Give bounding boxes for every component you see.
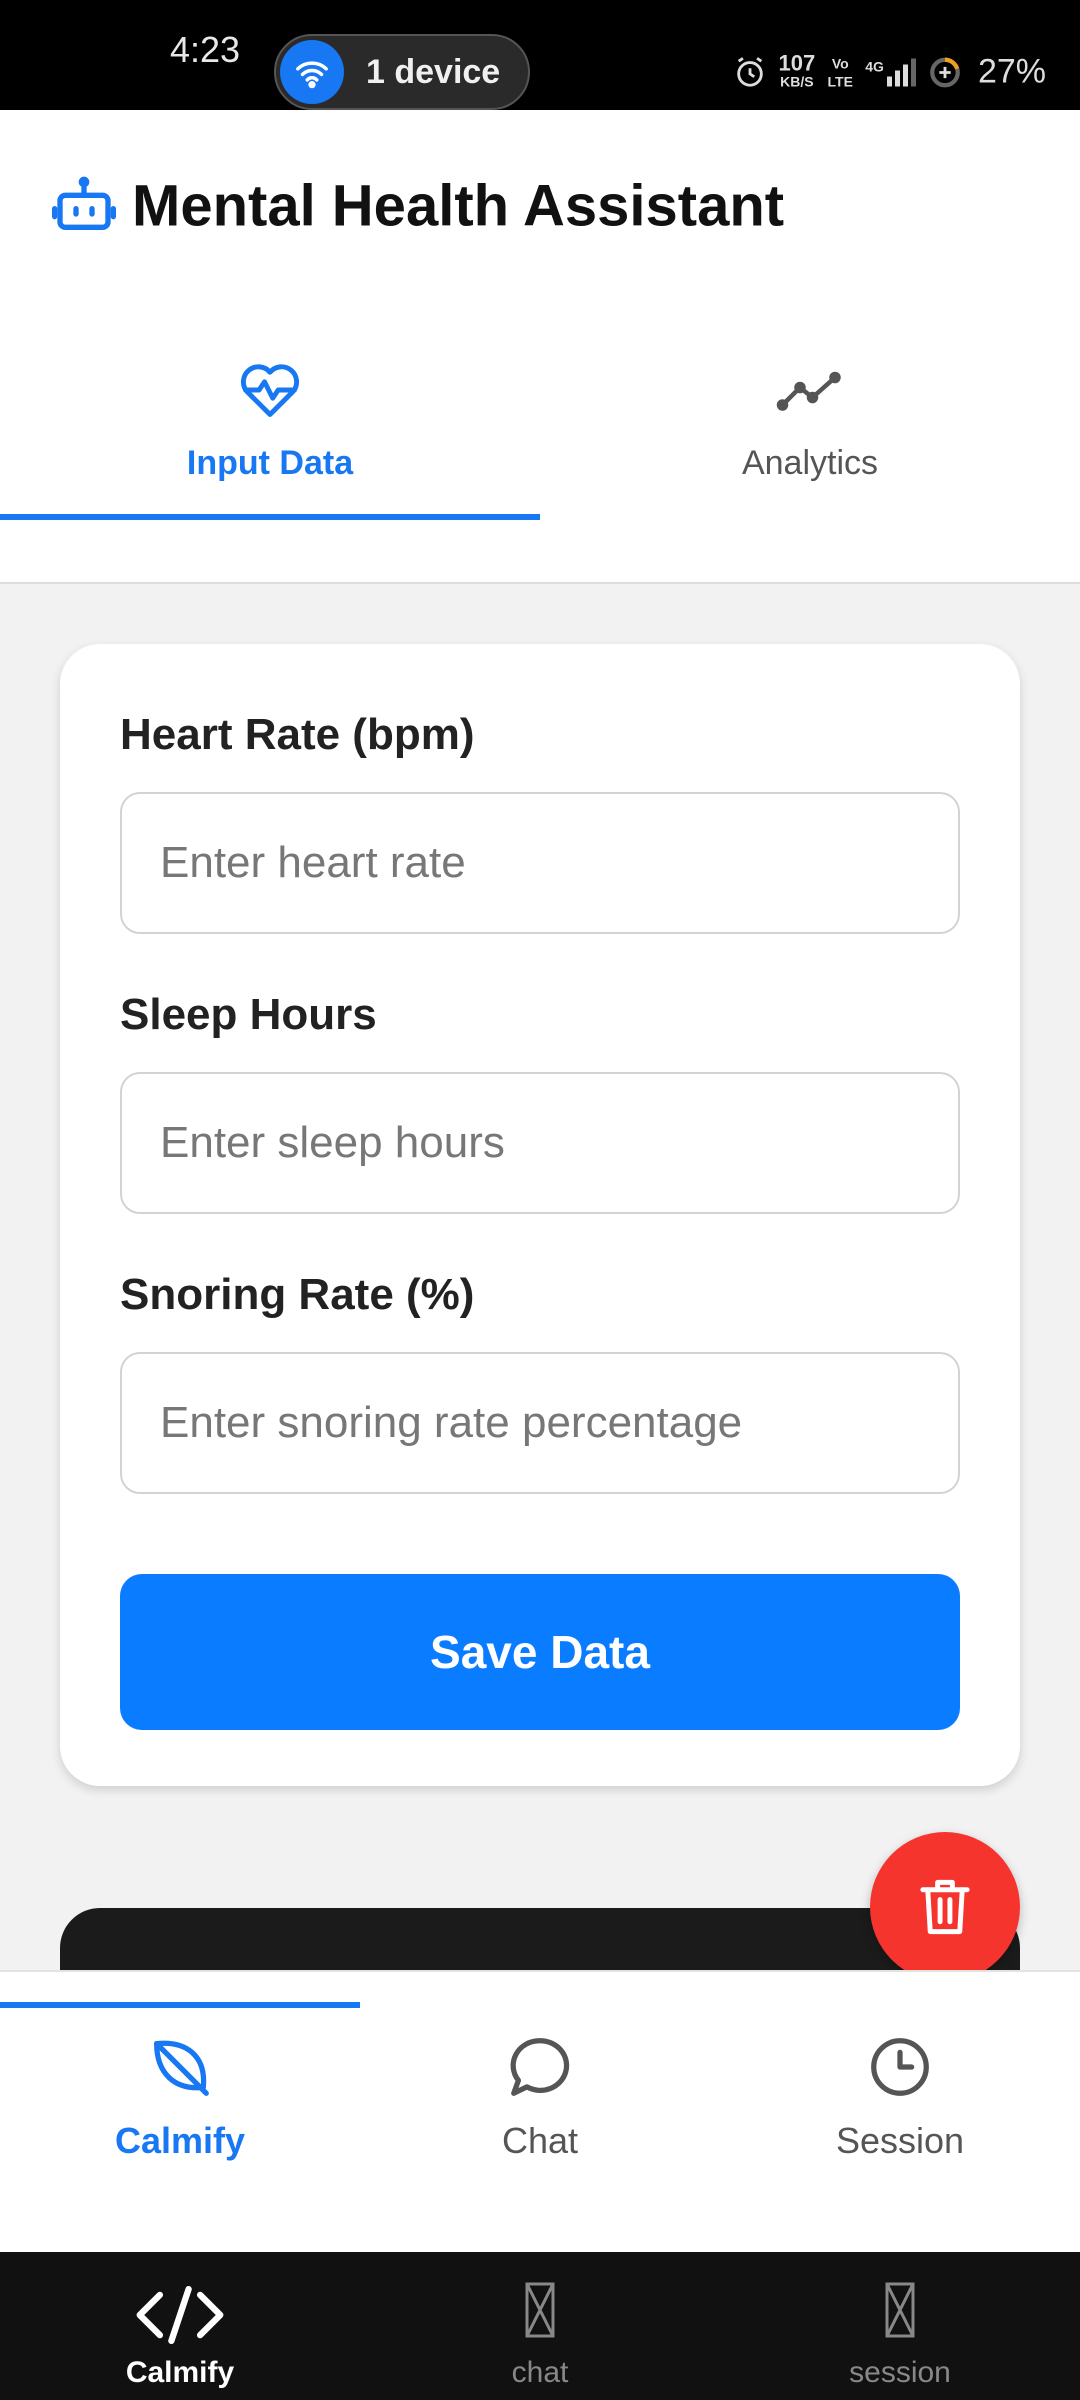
input-form-card: Heart Rate (bpm) Sleep Hours Snoring Rat…: [60, 644, 1020, 1786]
nav-item-chat[interactable]: Chat: [360, 1972, 720, 2252]
device-pill-label: 1 device: [366, 52, 501, 91]
app-bottom-nav: Calmify Chat Session: [0, 1970, 1080, 2252]
page-title: Mental Health Assistant: [132, 173, 785, 239]
sys-item-calmify[interactable]: Calmify: [0, 2252, 360, 2400]
device-pill[interactable]: 1 device: [274, 34, 530, 110]
nav-calmify-label: Calmify: [114, 2120, 246, 2161]
status-bar: 4:23 1 device 107 KB/S Vo LTE 4G 27%: [0, 0, 1080, 110]
chat-bubble-icon: [510, 2038, 570, 2096]
status-icons: 107 KB/S Vo LTE 4G 27%: [733, 50, 1046, 92]
alarm-icon: [736, 56, 763, 87]
sys-chat-label: chat: [511, 2356, 569, 2389]
sys-item-chat[interactable]: chat: [360, 2252, 720, 2400]
sys-item-session[interactable]: session: [720, 2252, 1080, 2400]
signal-indicator: 4G: [865, 58, 916, 86]
tab-analytics-label: Analytics: [741, 444, 879, 482]
heart-pulse-icon: [240, 364, 300, 417]
trash-icon: [920, 1879, 970, 1935]
snoring-rate-input[interactable]: [120, 1352, 960, 1494]
robot-icon: [52, 176, 116, 230]
save-data-button[interactable]: Save Data: [120, 1574, 960, 1730]
heart-rate-input[interactable]: [120, 792, 960, 934]
sys-session-label: session: [849, 2356, 951, 2389]
clock-icon: [871, 2038, 929, 2096]
volte-indicator: Vo LTE: [827, 55, 853, 89]
sleep-hours-input[interactable]: [120, 1072, 960, 1214]
sleep-hours-label: Sleep Hours: [120, 990, 377, 1039]
top-tab-bar: Input Data Analytics: [0, 302, 1080, 584]
snoring-rate-label: Snoring Rate (%): [120, 1270, 475, 1319]
nav-item-calmify[interactable]: Calmify: [0, 1972, 360, 2252]
network-speed: 107 KB/S: [778, 50, 816, 90]
battery-saver-icon: [930, 57, 960, 87]
app-header: Mental Health Assistant: [0, 110, 1080, 302]
sys-calmify-label: Calmify: [125, 2356, 235, 2389]
wifi-hotspot-icon: [280, 40, 344, 104]
system-bottom-bar: Calmify chat session: [0, 2252, 1080, 2400]
heart-rate-label: Heart Rate (bpm): [120, 710, 475, 759]
tab-analytics[interactable]: Analytics: [540, 302, 1080, 582]
nav-chat-label: Chat: [501, 2120, 579, 2161]
delete-fab-button[interactable]: [870, 1832, 1020, 1982]
nav-session-label: Session: [835, 2120, 965, 2161]
status-time: 4:23: [170, 29, 241, 70]
tab-input-data[interactable]: Input Data: [0, 302, 540, 582]
leaf-icon: [154, 2040, 209, 2096]
line-chart-icon: [776, 371, 841, 411]
active-tab-indicator: [0, 514, 540, 520]
code-icon: [136, 2285, 224, 2345]
battery-percent: 27%: [977, 52, 1046, 91]
missing-glyph-icon: [525, 2282, 555, 2338]
tab-input-data-label: Input Data: [186, 444, 354, 482]
missing-glyph-icon: [885, 2282, 915, 2338]
nav-item-session[interactable]: Session: [720, 1972, 1080, 2252]
